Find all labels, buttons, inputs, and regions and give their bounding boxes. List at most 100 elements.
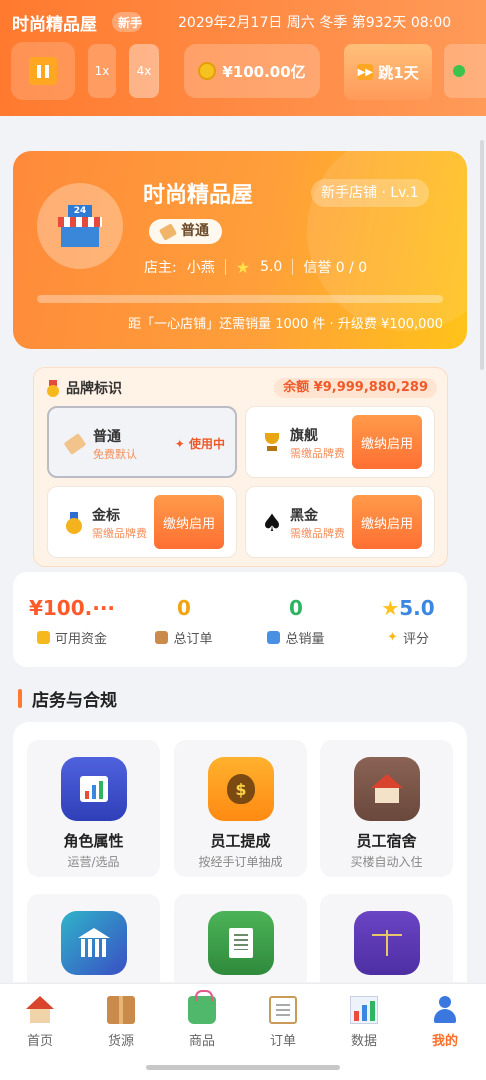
- money-bag-icon: $: [208, 757, 274, 821]
- skip-day-label: 跳1天: [378, 63, 419, 82]
- pause-button[interactable]: [11, 42, 75, 100]
- top-bar: 时尚精品屋 新手 2029年2月17日 周六 冬季 第932天 08:00 1x…: [0, 0, 486, 116]
- online-status-icon: [453, 65, 465, 77]
- clipboard-icon: [269, 996, 297, 1024]
- tile-compliance[interactable]: [320, 894, 453, 982]
- status-button[interactable]: [444, 44, 486, 98]
- nav-data[interactable]: 数据: [334, 992, 394, 1049]
- nav-products[interactable]: 商品: [172, 990, 232, 1049]
- shop-owner-row: 店主: 小燕 ★ 5.0 信誉 0 / 0: [144, 257, 367, 277]
- home-indicator: [146, 1065, 340, 1070]
- stat-sales[interactable]: 0 总销量: [241, 596, 351, 647]
- funds-value: ¥100.00亿: [222, 62, 306, 81]
- newbie-badge: 新手: [112, 12, 142, 32]
- cart-icon: [267, 631, 281, 644]
- brand-tag: 普通: [149, 219, 222, 244]
- bar-chart-icon: [61, 757, 127, 821]
- tile-staff-dormitory[interactable]: 员工宿舍 买楼自动入住: [320, 740, 453, 877]
- tag-icon: [158, 222, 178, 241]
- house-icon: [354, 757, 420, 821]
- brand-option-flagship[interactable]: 旗舰 需缴品牌费 缴纳启用: [245, 406, 435, 478]
- trophy-icon: [260, 431, 284, 455]
- brand-option-name: 金标: [92, 508, 120, 524]
- stat-value: 0: [289, 596, 303, 620]
- stat-label: 可用资金: [54, 632, 107, 647]
- activate-gold-button[interactable]: 缴纳启用: [154, 495, 224, 549]
- stat-value: ¥100.···: [28, 596, 116, 620]
- section-title: 店务与合规: [18, 686, 117, 711]
- upgrade-progress-bar: [37, 295, 443, 303]
- stat-label: 总销量: [285, 632, 325, 647]
- stat-funds[interactable]: ¥100.··· 可用资金: [17, 596, 127, 647]
- receipt-icon: [208, 911, 274, 975]
- convenience-store-icon: 24: [58, 205, 102, 247]
- medal-icon: [46, 380, 60, 397]
- tile-character-attributes[interactable]: 角色属性 运营/选品: [27, 740, 160, 877]
- brand-header: 品牌标识: [46, 378, 122, 398]
- brand-tag-label: 普通: [181, 223, 209, 239]
- stat-orders[interactable]: 0 总订单: [129, 596, 239, 647]
- money-bag-icon: [36, 631, 50, 644]
- brand-option-normal[interactable]: 普通 免费默认 ✦ 使用中: [47, 406, 237, 478]
- bank-icon: [61, 911, 127, 975]
- brand-option-sub: 需缴品牌费: [290, 447, 345, 460]
- tile-title: 员工提成: [210, 832, 271, 850]
- scale-icon: [354, 911, 420, 975]
- stat-label: 总订单: [173, 632, 213, 647]
- package-icon: [107, 996, 135, 1024]
- stat-value: 0: [177, 596, 191, 620]
- tile-title: 角色属性: [63, 832, 124, 850]
- star-icon: ★: [235, 257, 251, 277]
- stats-card: ¥100.··· 可用资金 0 总订单 0 总销量 ★5.0 ✦ 评分: [13, 572, 467, 667]
- tag-icon: [63, 432, 87, 456]
- shop-name: 时尚精品屋: [143, 183, 254, 208]
- gold-medal-icon: [62, 511, 86, 535]
- spade-icon: ♠: [261, 509, 283, 537]
- money-bag-icon: [198, 62, 217, 80]
- game-datetime: 2029年2月17日 周六 冬季 第932天 08:00: [178, 15, 452, 31]
- nav-orders[interactable]: 订单: [253, 992, 313, 1049]
- service-grid: 角色属性 运营/选品 $ 员工提成 按经手订单抽成 员工宿舍 买楼自动入住: [13, 722, 467, 982]
- brand-option-sub: 需缴品牌费: [290, 527, 345, 540]
- tile-subtitle: 按经手订单抽成: [198, 855, 283, 869]
- stat-label: 评分: [402, 632, 429, 647]
- in-use-status: ✦ 使用中: [174, 437, 225, 451]
- home-icon: [26, 996, 54, 1024]
- brand-balance: 余额 ¥9,999,880,289: [274, 378, 437, 398]
- shop-avatar: 24: [37, 183, 123, 269]
- stat-rating[interactable]: ★5.0 ✦ 评分: [353, 596, 463, 647]
- brand-option-gold[interactable]: 金标 需缴品牌费 缴纳启用: [47, 486, 237, 558]
- stat-value: 5.0: [399, 596, 435, 620]
- nav-profile[interactable]: 我的: [415, 992, 475, 1049]
- scrollbar[interactable]: [480, 140, 484, 370]
- sparkle-icon: ✦: [387, 630, 398, 645]
- fast-forward-icon: ▶▶: [357, 64, 374, 80]
- skip-day-button[interactable]: ▶▶ 跳1天: [344, 44, 432, 100]
- owner-name: 小燕: [186, 260, 215, 276]
- tile-bank[interactable]: [27, 894, 160, 982]
- brand-option-name: 普通: [93, 429, 121, 445]
- upgrade-note: 距「一心店铺」还需销量 1000 件 · 升级费 ¥100,000: [128, 317, 443, 332]
- brand-option-name: 黑金: [290, 508, 318, 524]
- pause-icon: [29, 57, 57, 85]
- tile-subtitle: 买楼自动入住: [350, 855, 423, 869]
- brand-option-sub: 免费默认: [93, 448, 137, 461]
- shop-credit: 信誉 0 / 0: [303, 260, 368, 276]
- activate-flagship-button[interactable]: 缴纳启用: [352, 415, 422, 469]
- tile-receipt[interactable]: [174, 894, 307, 982]
- shop-card: 24 时尚精品屋 新手店铺 · Lv.1 普通 店主: 小燕 ★ 5.0 信誉 …: [13, 151, 467, 349]
- brand-title: 品牌标识: [66, 381, 122, 397]
- speed-4x-button[interactable]: 4x: [129, 44, 159, 98]
- activate-black-gold-button[interactable]: 缴纳启用: [352, 495, 422, 549]
- nav-sourcing[interactable]: 货源: [91, 992, 151, 1049]
- funds-display[interactable]: ¥100.00亿: [184, 44, 320, 98]
- brand-option-black-gold[interactable]: ♠ 黑金 需缴品牌费 缴纳启用: [245, 486, 435, 558]
- package-icon: [155, 631, 169, 644]
- speed-1x-button[interactable]: 1x: [88, 44, 116, 98]
- tile-staff-commission[interactable]: $ 员工提成 按经手订单抽成: [174, 740, 307, 877]
- bar-chart-icon: [350, 996, 378, 1024]
- owner-label: 店主:: [144, 260, 177, 276]
- user-icon: [431, 996, 459, 1024]
- nav-home[interactable]: 首页: [10, 992, 70, 1049]
- tile-title: 员工宿舍: [356, 832, 417, 850]
